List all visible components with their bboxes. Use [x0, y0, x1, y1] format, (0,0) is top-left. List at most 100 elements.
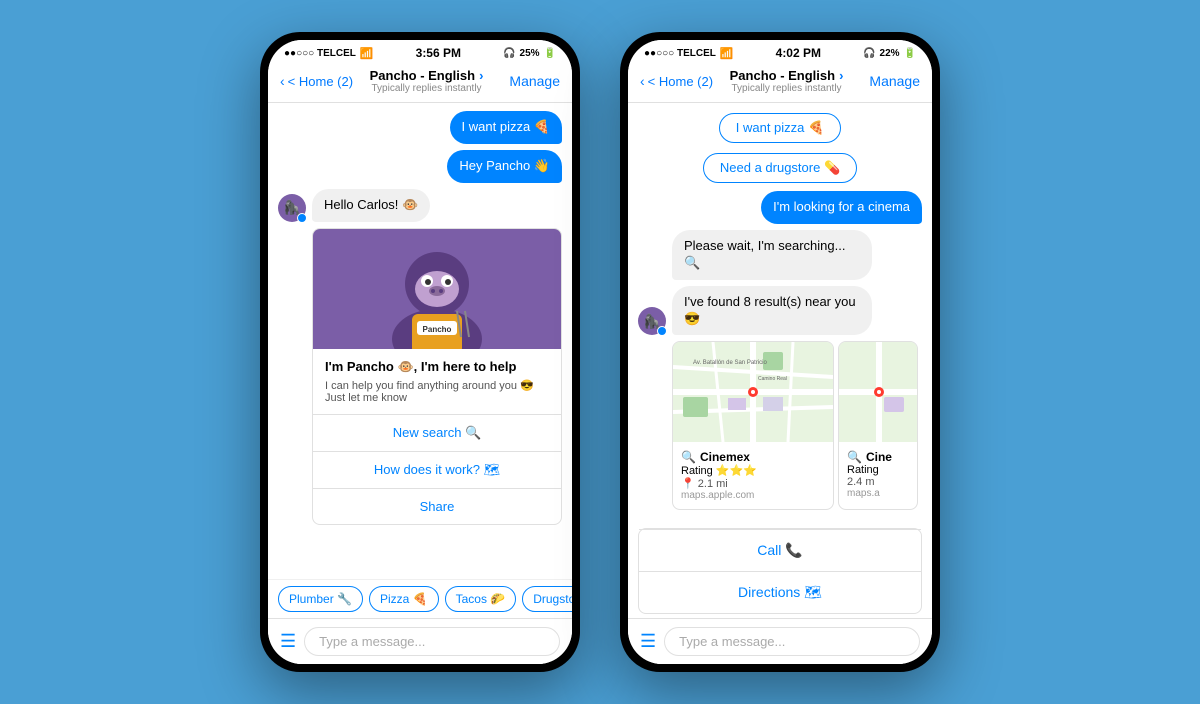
- quick-replies-1: Plumber 🔧 Pizza 🍕 Tacos 🌮 Drugstore: [268, 579, 572, 618]
- phone-1-screen: ●●○○○ TELCEL 📶 3:56 PM 🎧 25% 🔋 ‹ < Home …: [268, 40, 572, 664]
- share-btn[interactable]: Share: [313, 489, 561, 524]
- chat-area-2: I want pizza 🍕 Need a drugstore 💊 I'm lo…: [628, 103, 932, 664]
- time-2: 4:02 PM: [776, 46, 821, 60]
- card-cine2-rating: Rating: [847, 464, 909, 476]
- chevron-right-icon-2: ›: [839, 68, 843, 83]
- message-input-2[interactable]: Type a message...: [664, 627, 920, 656]
- card-cine2-link: maps.a: [847, 488, 909, 499]
- bot-card-header: Pancho: [313, 229, 561, 349]
- back-label-1: < Home (2): [288, 74, 353, 89]
- status-left-1: ●●○○○ TELCEL 📶: [284, 47, 374, 60]
- quick-reply-tacos[interactable]: Tacos 🌮: [445, 586, 517, 612]
- messages-1: I want pizza 🍕 Hey Pancho 👋 🦍 Hello Carl…: [268, 103, 572, 579]
- avatar-1: 🦍: [278, 194, 306, 222]
- new-search-btn[interactable]: New search 🔍: [313, 415, 561, 452]
- headphone-icon-1: 🎧: [503, 48, 515, 59]
- card-cinemex-body: 🔍 Cinemex Rating ⭐⭐⭐ 📍 2.1 mi maps.apple…: [673, 442, 833, 509]
- chat-area-1: I want pizza 🍕 Hey Pancho 👋 🦍 Hello Carl…: [268, 103, 572, 664]
- bot-illustration: Pancho: [357, 229, 517, 349]
- bot-card-desc-2: Just let me know: [325, 392, 549, 404]
- chat-name-1: Pancho - English: [370, 68, 475, 83]
- phone-2: ●●○○○ TELCEL 📶 4:02 PM 🎧 22% 🔋 ‹ < Home …: [620, 32, 940, 672]
- manage-button-1[interactable]: Manage: [500, 73, 560, 89]
- msg-row-hey: Hey Pancho 👋: [278, 150, 562, 183]
- card-cine2-title: 🔍 Cine: [847, 450, 909, 464]
- bot-card-body: I'm Pancho 🐵, I'm here to help I can hel…: [313, 349, 561, 415]
- msg-row-pizza: I want pizza 🍕: [278, 111, 562, 144]
- phone-1: ●●○○○ TELCEL 📶 3:56 PM 🎧 25% 🔋 ‹ < Home …: [260, 32, 580, 672]
- quick-reply-pizza[interactable]: Pizza 🍕: [369, 586, 439, 612]
- battery-2: 22%: [880, 48, 900, 59]
- input-bar-2: ☰ Type a message...: [628, 618, 932, 664]
- call-btn[interactable]: Call 📞: [639, 529, 921, 571]
- magnifier-icon-1: 🔍: [681, 450, 696, 464]
- card-cine2-body: 🔍 Cine Rating 2.4 m maps.a: [839, 442, 917, 507]
- directions-btn[interactable]: Directions 🗺: [639, 571, 921, 613]
- card-cine2-distance: 2.4 m: [847, 476, 909, 488]
- nav-title-1: Pancho - English › Typically replies ins…: [353, 68, 500, 94]
- chat-name-2: Pancho - English: [730, 68, 835, 83]
- nav-bar-2: ‹ < Home (2) Pancho - English › Typicall…: [628, 64, 932, 103]
- battery-1: 25%: [520, 48, 540, 59]
- magnifier-icon-2: 🔍: [847, 450, 862, 464]
- msg-row-wait: Please wait, I'm searching... 🔍: [638, 230, 922, 280]
- battery-icon-2: 🔋: [904, 48, 916, 59]
- battery-area-1: 🎧 25% 🔋: [503, 48, 556, 59]
- battery-icon-1: 🔋: [544, 48, 556, 59]
- suggestion-pizza[interactable]: I want pizza 🍕: [719, 113, 841, 143]
- msg-row-cinema: I'm looking for a cinema: [638, 191, 922, 224]
- nav-title-2: Pancho - English › Typically replies ins…: [713, 68, 860, 94]
- map-svg-2: [839, 342, 917, 442]
- menu-icon-2[interactable]: ☰: [640, 631, 656, 652]
- chevron-left-icon-2: ‹: [640, 73, 645, 89]
- bubble-results: I've found 8 result(s) near you 😎: [672, 286, 872, 336]
- bubble-hey: Hey Pancho 👋: [447, 150, 562, 183]
- svg-text:Pancho: Pancho: [423, 325, 452, 334]
- back-label-2: < Home (2): [648, 74, 713, 89]
- bubble-hello: Hello Carlos! 🐵: [312, 189, 430, 222]
- time-1: 3:56 PM: [416, 46, 461, 60]
- quick-reply-plumber[interactable]: Plumber 🔧: [278, 586, 363, 612]
- carrier-1: ●●○○○ TELCEL: [284, 48, 356, 59]
- battery-area-2: 🎧 22% 🔋: [863, 48, 916, 59]
- bot-card-title: I'm Pancho 🐵, I'm here to help: [325, 359, 549, 375]
- card-cine2[interactable]: 🔍 Cine Rating 2.4 m maps.a: [838, 341, 918, 510]
- wifi-icon-1: 📶: [360, 47, 374, 60]
- card-cine2-map: [839, 342, 917, 442]
- nav-bar-1: ‹ < Home (2) Pancho - English › Typicall…: [268, 64, 572, 103]
- menu-icon-1[interactable]: ☰: [280, 631, 296, 652]
- card-cinemex-link: maps.apple.com: [681, 490, 825, 501]
- messenger-badge-2: [657, 326, 667, 336]
- message-input-1[interactable]: Type a message...: [304, 627, 560, 656]
- bot-card-desc-1: I can help you find anything around you …: [325, 379, 549, 392]
- messages-2: I want pizza 🍕 Need a drugstore 💊 I'm lo…: [628, 103, 932, 528]
- quick-reply-drugstore[interactable]: Drugstore: [522, 586, 572, 612]
- card-cinemex-map: Av. Batallón de San Patricio Camino Real: [673, 342, 833, 442]
- chevron-left-icon-1: ‹: [280, 73, 285, 89]
- headphone-icon-2: 🎧: [863, 48, 875, 59]
- suggestion-row-drugstore: Need a drugstore 💊: [638, 153, 922, 183]
- card-cinemex-distance: 📍 2.1 mi: [681, 477, 825, 490]
- suggestion-drugstore[interactable]: Need a drugstore 💊: [703, 153, 857, 183]
- nav-subtitle-1: Typically replies instantly: [353, 83, 500, 94]
- status-left-2: ●●○○○ TELCEL 📶: [644, 47, 734, 60]
- bot-card-actions: New search 🔍 How does it work? 🗺 Share: [313, 415, 561, 524]
- card-cinemex[interactable]: Av. Batallón de San Patricio Camino Real…: [672, 341, 834, 510]
- action-buttons-container: Call 📞 Directions 🗺: [638, 528, 922, 614]
- nav-title-main-2: Pancho - English ›: [713, 68, 860, 83]
- msg-row-results: 🦍 I've found 8 result(s) near you 😎: [638, 286, 922, 336]
- wifi-icon-2: 📶: [720, 47, 734, 60]
- input-bar-1: ☰ Type a message...: [268, 618, 572, 664]
- phone-2-screen: ●●○○○ TELCEL 📶 4:02 PM 🎧 22% 🔋 ‹ < Home …: [628, 40, 932, 664]
- status-bar-1: ●●○○○ TELCEL 📶 3:56 PM 🎧 25% 🔋: [268, 40, 572, 64]
- how-it-works-btn[interactable]: How does it work? 🗺: [313, 452, 561, 489]
- suggestion-row-pizza: I want pizza 🍕: [638, 113, 922, 143]
- manage-button-2[interactable]: Manage: [860, 73, 920, 89]
- nav-subtitle-2: Typically replies instantly: [713, 83, 860, 94]
- back-button-2[interactable]: ‹ < Home (2): [640, 73, 713, 89]
- nav-title-main-1: Pancho - English ›: [353, 68, 500, 83]
- bubble-pizza: I want pizza 🍕: [450, 111, 562, 144]
- back-button-1[interactable]: ‹ < Home (2): [280, 73, 353, 89]
- status-bar-2: ●●○○○ TELCEL 📶 4:02 PM 🎧 22% 🔋: [628, 40, 932, 64]
- phones-container: ●●○○○ TELCEL 📶 3:56 PM 🎧 25% 🔋 ‹ < Home …: [260, 32, 940, 672]
